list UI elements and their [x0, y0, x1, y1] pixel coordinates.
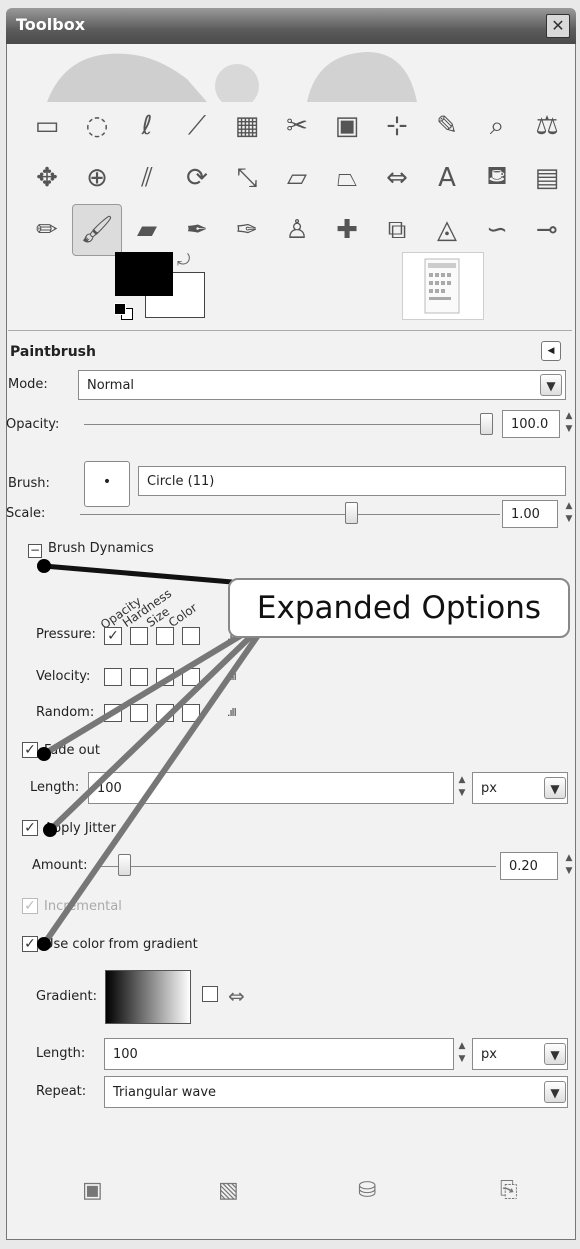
- annotation-line: [43, 563, 233, 585]
- annotation-line: [41, 616, 273, 946]
- restore-options-icon[interactable]: ▧: [218, 1178, 239, 1203]
- reset-options-icon[interactable]: ⎘: [500, 1178, 518, 1203]
- annotation-line: [42, 615, 272, 757]
- delete-options-icon[interactable]: ⛁: [358, 1178, 376, 1203]
- annotation-dot: [37, 559, 51, 573]
- save-options-icon[interactable]: ▣: [82, 1178, 103, 1203]
- annotation-callout: Expanded Options: [228, 578, 570, 638]
- annotation-dot: [37, 937, 51, 951]
- annotation-dot: [37, 747, 51, 761]
- annotation-line: [47, 615, 273, 833]
- annotation-dot: [43, 823, 57, 837]
